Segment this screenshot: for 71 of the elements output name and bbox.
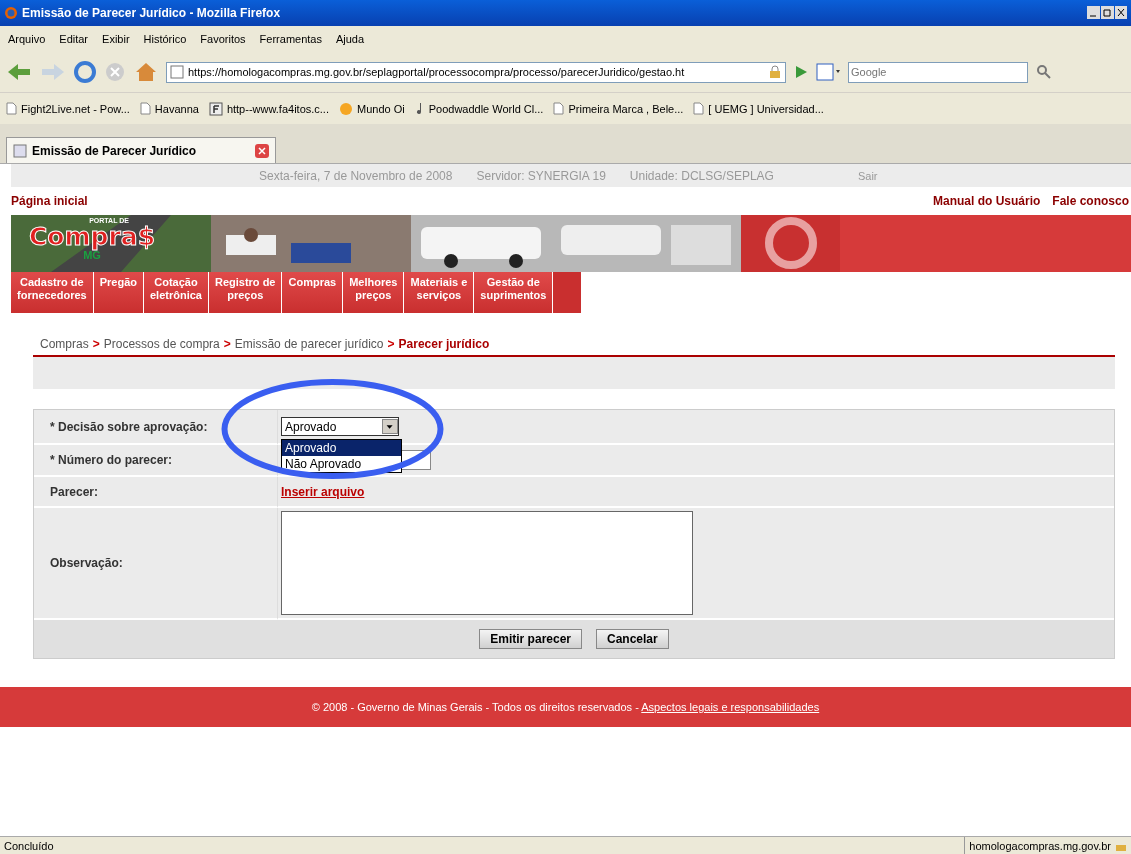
search-engine-icon[interactable] <box>816 63 840 81</box>
close-icon[interactable] <box>255 143 269 158</box>
bookmark-link[interactable]: Primeira Marca , Bele... <box>568 102 684 115</box>
nav-menu-item[interactable]: Cadastro de fornecedores <box>11 272 94 313</box>
observation-field[interactable] <box>281 511 693 615</box>
bookmark-link[interactable]: http--www.fa4itos.c... <box>226 102 329 115</box>
form-button[interactable]: Emitir parecer <box>479 629 582 649</box>
header-link[interactable]: Fale conosco <box>1052 194 1129 208</box>
insert-file-link[interactable]: Inserir arquivo <box>281 484 365 499</box>
menu-item[interactable]: Favoritos <box>200 33 246 45</box>
firefox-icon <box>4 6 18 20</box>
circle-icon <box>339 101 353 116</box>
search-field[interactable]: Google <box>848 61 1028 83</box>
status-host: homologacompras.mg.gov.br <box>969 839 1111 852</box>
breadcrumb-separator: > <box>223 337 231 351</box>
window-controls-icon[interactable] <box>1087 6 1127 20</box>
nav-menu-item[interactable]: Cotação eletrônica <box>144 272 209 313</box>
back-arrow-icon[interactable] <box>6 62 32 82</box>
page-icon <box>13 143 27 158</box>
form-button[interactable]: Cancelar <box>596 629 669 649</box>
bookmark-link[interactable]: Poodwaddle World Cl... <box>428 102 544 115</box>
address-bar[interactable]: https://homologacompras.mg.gov.br/seplagportal/processocompra/processo/parecerJuridico/gestao.ht <box>166 61 786 83</box>
search-icon[interactable] <box>1036 64 1052 80</box>
browser-tab[interactable]: Emissão de Parecer Jurídico <box>6 137 276 163</box>
breadcrumb-separator: > <box>387 337 395 351</box>
menu-bar-segment <box>553 272 582 313</box>
caret-icon[interactable] <box>382 419 398 434</box>
page-icon <box>553 102 565 115</box>
bookmark-link[interactable]: [ UEMG ] Universidad... <box>708 102 824 115</box>
date-text: Sexta-feira, 7 de Novembro de 2008 <box>259 168 453 183</box>
home-icon[interactable] <box>134 61 158 83</box>
menu-item[interactable]: Exibir <box>102 33 130 45</box>
nav-menu-item[interactable]: Compras <box>282 272 344 313</box>
nav-menu-item[interactable]: Registro de preços <box>208 272 283 313</box>
decision-select[interactable]: Aprovado <box>281 417 399 436</box>
breadcrumb-item[interactable]: Processos de compra <box>103 337 220 351</box>
legal-link[interactable]: Aspectos legais e responsabilidades <box>641 701 820 713</box>
footer-text: © 2008 - Governo de Minas Gerais - Todos os direitos reservados - Aspectos legais e responsabilidades <box>311 701 820 713</box>
field-label: * Decisão sobre aprovação: <box>34 410 278 445</box>
nav-menu-item[interactable]: Materiais e serviços <box>404 272 475 313</box>
nav-menu-item[interactable]: Pregão <box>93 272 144 313</box>
page-icon <box>693 102 705 115</box>
dropdown-option[interactable]: Aprovado <box>282 440 401 456</box>
reload-icon[interactable] <box>74 61 96 83</box>
play-arrow-icon[interactable] <box>794 65 808 79</box>
menu-item[interactable]: Ferramentas <box>259 33 322 45</box>
breadcrumb-item[interactable]: Parecer jurídico <box>398 337 490 351</box>
menu-item[interactable]: Arquivo <box>8 33 46 45</box>
header-link[interactable]: Manual do Usuário <box>932 194 1041 208</box>
field-label: Parecer: <box>34 477 278 508</box>
home-link[interactable]: Página inicial <box>11 194 88 208</box>
square-icon <box>208 101 223 116</box>
bookmark-link[interactable]: Mundo Oi <box>357 102 405 115</box>
nav-menu-item[interactable]: Gestão de suprimentos <box>474 272 554 313</box>
menu-item[interactable]: Ajuda <box>335 33 365 45</box>
status-text: Concluído <box>3 839 54 852</box>
bookmark-link[interactable]: Fight2Live.net - Pow... <box>21 102 130 115</box>
bookmark-link[interactable]: Havanna <box>154 102 199 115</box>
breadcrumb-item[interactable]: Emissão de parecer jurídico <box>234 337 384 351</box>
page-icon <box>139 102 151 115</box>
breadcrumb-item[interactable]: Compras <box>40 337 89 351</box>
menu-item[interactable]: Editar <box>59 33 89 45</box>
field-label: * Número do parecer: <box>34 445 278 477</box>
unit-text: Unidade: DCLSG/SEPLAG <box>629 168 774 183</box>
menu-item[interactable]: Histórico <box>143 33 187 45</box>
page-icon <box>6 102 17 115</box>
title-text: Emissão de Parecer Jurídico - Mozilla Firefox <box>22 6 282 20</box>
page-icon <box>170 65 184 79</box>
server-text: Servidor: SYNERGIA 19 <box>476 168 606 183</box>
nav-menu-item[interactable]: Melhores preços <box>343 272 405 313</box>
breadcrumb-separator: > <box>92 337 100 351</box>
